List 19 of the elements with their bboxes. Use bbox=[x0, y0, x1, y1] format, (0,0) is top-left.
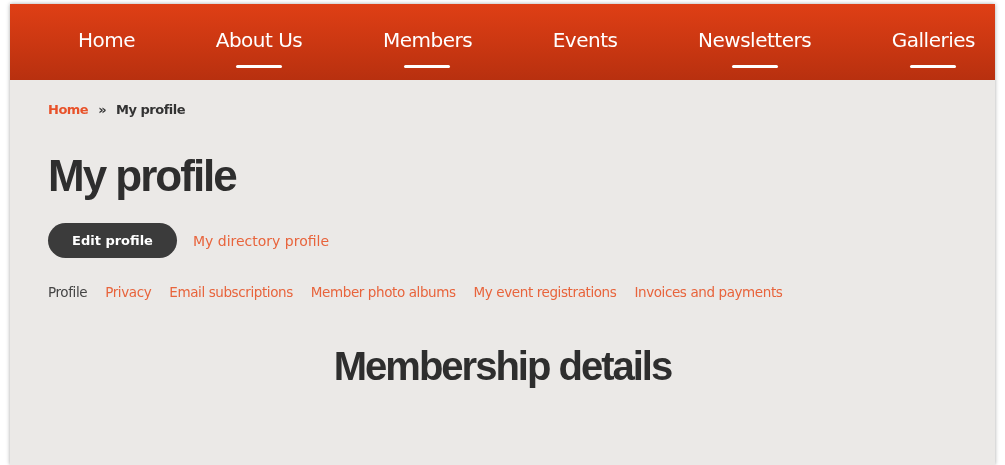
page-title: My profile bbox=[48, 151, 237, 201]
breadcrumb-text: My profile bbox=[116, 102, 186, 117]
nav-link[interactable]: Members bbox=[382, 28, 473, 56]
edit-profile-button[interactable]: Edit profile bbox=[48, 223, 177, 258]
profile-tab[interactable]: Profile bbox=[48, 284, 88, 300]
profile-tab[interactable]: Invoices and payments bbox=[634, 284, 783, 300]
nav-link[interactable]: About Us bbox=[215, 28, 303, 56]
breadcrumb-text: » bbox=[98, 102, 107, 117]
profile-tab[interactable]: Privacy bbox=[105, 284, 152, 300]
nav-link[interactable]: Newsletters bbox=[698, 28, 812, 56]
section-title: Membership details bbox=[332, 344, 673, 389]
nav-link[interactable]: Home bbox=[78, 28, 136, 56]
breadcrumb-link[interactable]: Home bbox=[48, 102, 89, 117]
profile-tab[interactable]: Email subscriptions bbox=[169, 284, 293, 300]
nav-link[interactable]: Events bbox=[552, 28, 618, 56]
profile-link[interactable]: My directory profile bbox=[192, 232, 330, 249]
profile-tab[interactable]: My event registrations bbox=[473, 284, 617, 300]
profile-tab[interactable]: Member photo albums bbox=[310, 284, 456, 300]
nav-link[interactable]: Galleries bbox=[891, 28, 975, 56]
